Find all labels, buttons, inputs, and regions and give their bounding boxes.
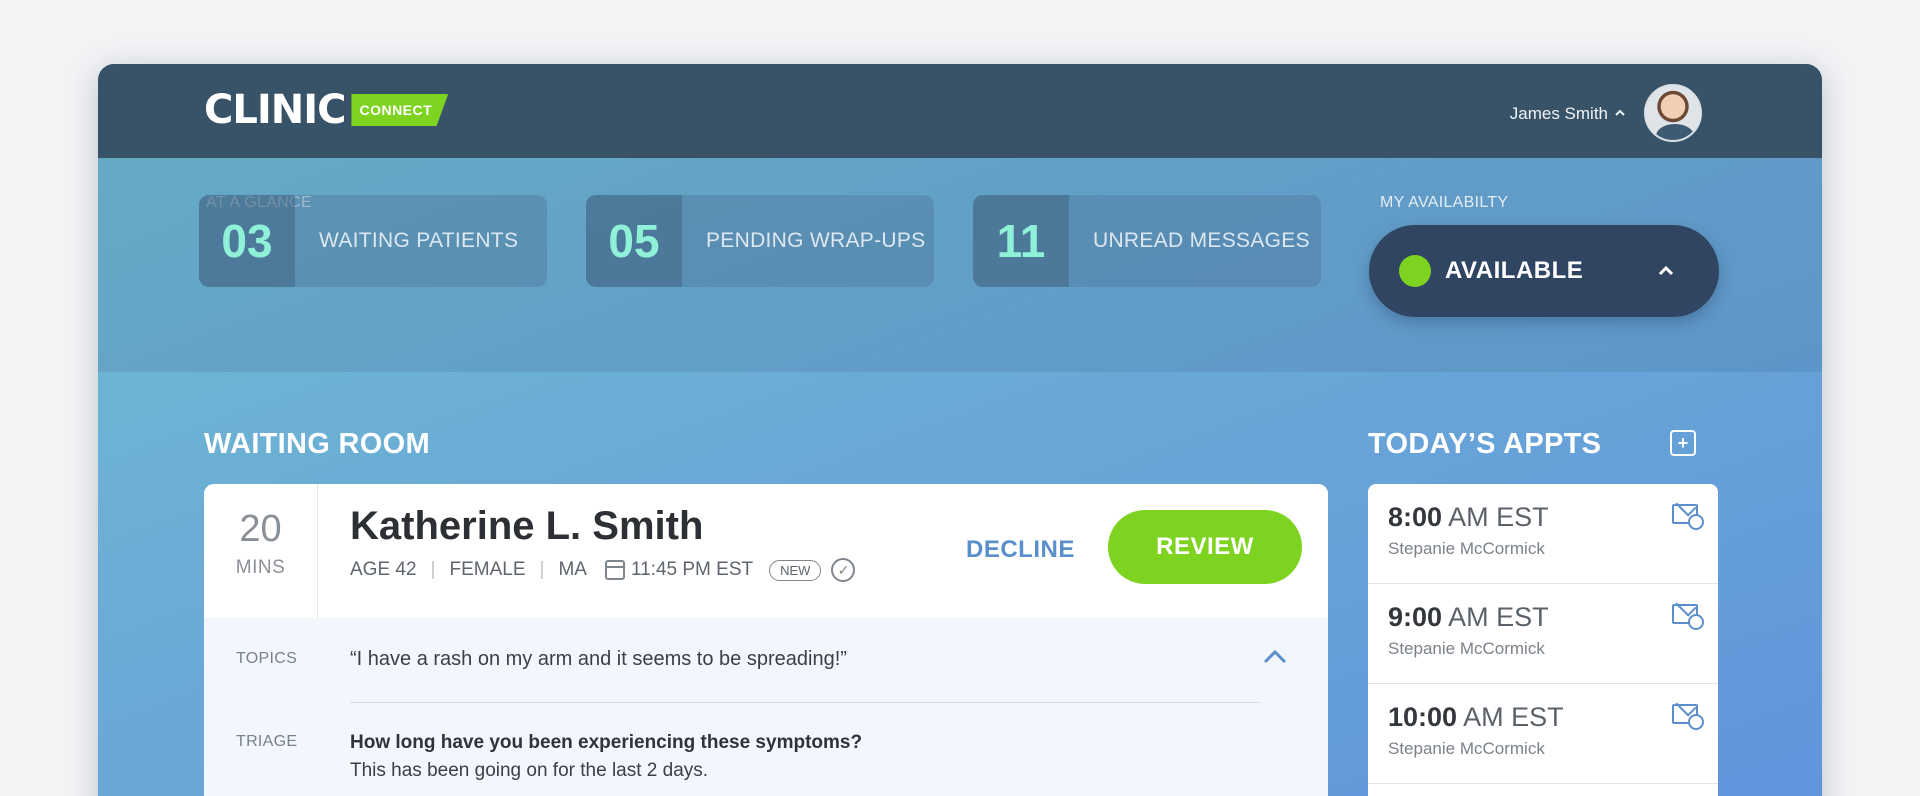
message-icon[interactable] (1672, 704, 1704, 730)
appointment-time: 10:00 AM EST (1388, 702, 1564, 732)
meta-divider: | (539, 559, 545, 580)
new-badge: NEW (769, 559, 822, 581)
wait-time: 20 MINS (204, 484, 318, 618)
patient-state: MA (558, 559, 587, 580)
chevron-up-icon (1614, 104, 1626, 124)
availability-dropdown[interactable]: AVAILABLE (1369, 225, 1719, 317)
stat-waiting-patients[interactable]: 03 WAITING PATIENTS (199, 195, 547, 287)
stat-label: PENDING WRAP-UPS (706, 229, 926, 252)
logo-badge: CONNECT (351, 94, 449, 126)
decline-button[interactable]: DECLINE (966, 536, 1075, 564)
appointment-item[interactable]: 8:00 AM EST Stepanie McCormick (1368, 484, 1718, 584)
patient-gender: FEMALE (449, 559, 526, 580)
stat-value: 11 (973, 195, 1069, 287)
patient-meta: AGE 42 | FEMALE | MA 11:45 PM EST NEW ✓ (350, 558, 856, 582)
appointments-list: 8:00 AM EST Stepanie McCormick 9:00 AM E… (1368, 484, 1718, 796)
stat-label: WAITING PATIENTS (319, 229, 519, 252)
clinic-connect-logo[interactable]: CLINIC CONNECT (204, 87, 449, 133)
check-circle-icon: ✓ (831, 558, 856, 582)
wait-time-value: 20 (239, 508, 282, 550)
add-appointment-icon[interactable]: + (1670, 430, 1696, 456)
stat-pending-wrap-ups[interactable]: 05 PENDING WRAP-UPS (586, 195, 934, 287)
stat-unread-messages[interactable]: 11 UNREAD MESSAGES (973, 195, 1321, 287)
review-button[interactable]: REVIEW (1108, 510, 1302, 584)
wait-time-unit: MINS (235, 557, 286, 578)
waiting-room-title: WAITING ROOM (204, 428, 430, 460)
chevron-up-icon (1657, 261, 1675, 282)
divider (350, 702, 1260, 703)
appointment-patient: Stepanie McCormick (1388, 739, 1545, 758)
todays-appts-title: TODAY’S APPTS (1368, 428, 1602, 460)
topics-text: “I have a rash on my arm and it seems to… (350, 648, 847, 670)
appointment-time: 8:00 AM EST (1388, 502, 1549, 532)
stat-value: 03 (199, 195, 295, 287)
message-icon[interactable] (1672, 504, 1704, 530)
app-window: CLINIC CONNECT James Smith AT A GLANCE 0… (98, 64, 1822, 796)
calendar-icon (604, 560, 625, 580)
stat-value: 05 (586, 195, 682, 287)
user-name: James Smith (1509, 104, 1608, 123)
stat-label: UNREAD MESSAGES (1093, 229, 1310, 252)
patient-name: Katherine L. Smith (350, 504, 704, 548)
appointment-time: 9:00 AM EST (1388, 602, 1549, 632)
avatar[interactable] (1644, 84, 1702, 142)
user-menu[interactable]: James Smith (1510, 104, 1626, 124)
triage-question: How long have you been experiencing thes… (350, 732, 863, 753)
availability-label: MY AVAILABILTY (1380, 194, 1509, 211)
patient-time: 11:45 PM EST (630, 559, 754, 580)
patient-card-header: 20 MINS Katherine L. Smith AGE 42 | FEMA… (204, 484, 1328, 618)
message-icon[interactable] (1672, 604, 1704, 630)
triage-label: TRIAGE (236, 733, 298, 750)
appointment-item[interactable]: 9:00 AM EST Stepanie McCormick (1368, 584, 1718, 684)
top-bar: CLINIC CONNECT James Smith (98, 64, 1822, 158)
logo-wordmark: CLINIC (204, 87, 346, 133)
triage-answer: This has been going on for the last 2 da… (350, 760, 709, 781)
patient-card: 20 MINS Katherine L. Smith AGE 42 | FEMA… (204, 484, 1328, 796)
meta-divider: | (430, 559, 436, 580)
topics-label: TOPICS (236, 650, 298, 667)
patient-age: AGE 42 (350, 559, 417, 580)
appointment-patient: Stepanie McCormick (1388, 639, 1545, 658)
status-dot-icon (1399, 255, 1431, 287)
availability-status: AVAILABLE (1445, 257, 1584, 284)
appointment-patient: Stepanie McCormick (1388, 539, 1545, 558)
appointment-item[interactable]: 10:00 AM EST Stepanie McCormick (1368, 684, 1718, 784)
collapse-chevron-icon[interactable] (1262, 644, 1288, 672)
